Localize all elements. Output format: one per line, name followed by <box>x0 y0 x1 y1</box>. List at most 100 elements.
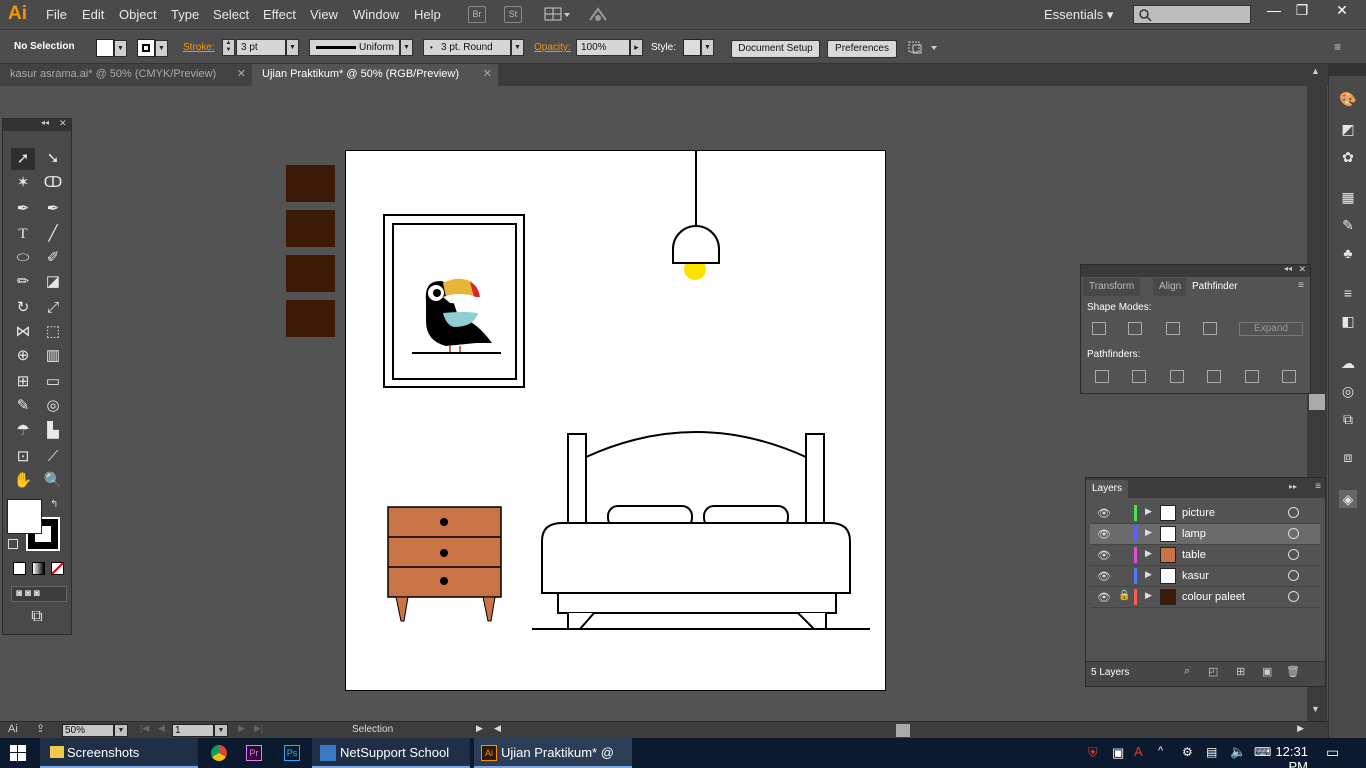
layer-name[interactable]: table <box>1182 549 1206 561</box>
layer-row-kasur[interactable]: 👁 ▶ kasur <box>1090 566 1320 587</box>
asset-export-icon[interactable]: ⧈ <box>1339 448 1357 466</box>
layer-name[interactable]: picture <box>1182 507 1215 519</box>
pen-tool-icon[interactable]: ✒ <box>11 198 35 220</box>
unite-icon[interactable] <box>1092 322 1106 335</box>
color-mode-icon[interactable] <box>13 562 26 575</box>
default-colors-icon[interactable] <box>8 539 18 549</box>
artboard-number-field[interactable]: 1 <box>172 724 214 737</box>
opacity-field[interactable]: 100% <box>576 39 630 56</box>
status-menu-arrow-icon[interactable]: ▶ <box>476 723 483 734</box>
tools-panel-header[interactable]: ◂◂ ✕ <box>3 118 71 131</box>
last-artboard-icon[interactable]: ▶| <box>254 723 263 734</box>
merge-icon[interactable] <box>1170 370 1184 383</box>
blend-tool-icon[interactable]: ◎ <box>41 395 65 417</box>
menu-effect[interactable]: Effect <box>263 7 296 22</box>
lock-icon[interactable]: 🔒 <box>1118 590 1130 601</box>
bridge-button[interactable]: Br <box>468 6 486 23</box>
brush-definition-field[interactable]: • 3 pt. Round <box>423 39 511 56</box>
eye-icon[interactable]: 👁 <box>1097 528 1111 541</box>
new-sublayer-icon[interactable]: ⊞ <box>1236 665 1245 678</box>
expand-arrow-icon[interactable]: ▶ <box>1145 590 1152 601</box>
stroke-weight-dropdown-icon[interactable]: ▼ <box>286 39 299 56</box>
taskbar-item-illustrator[interactable]: Ai Ujian Praktikum* @ 5... <box>474 738 632 768</box>
layer-name[interactable]: lamp <box>1182 528 1206 540</box>
target-icon[interactable] <box>1288 507 1299 518</box>
tab-kasur-asrama[interactable]: kasur asrama.ai* @ 50% (CMYK/Preview) ✕ <box>0 64 252 86</box>
divide-icon[interactable] <box>1095 370 1109 383</box>
tray-app-icon[interactable]: ▣ <box>1112 745 1124 761</box>
eye-icon[interactable]: 👁 <box>1097 591 1111 604</box>
graphic-style-swatch[interactable] <box>683 39 701 56</box>
horizontal-scrollbar[interactable]: ◀ ▶ <box>490 723 1312 738</box>
stock-button[interactable]: St <box>504 6 522 23</box>
taskbar-item-photoshop[interactable]: Ps <box>278 738 306 768</box>
share-icon[interactable]: ⇪ <box>36 722 45 735</box>
close-button[interactable]: ✕ <box>1322 0 1362 22</box>
shield-icon[interactable]: ⛨ <box>1088 745 1098 761</box>
outline-icon[interactable] <box>1245 370 1259 383</box>
gradient-mode-icon[interactable] <box>32 562 45 575</box>
swap-colors-icon[interactable]: ↰ <box>50 499 58 510</box>
symbols-icon[interactable]: ✿ <box>1339 148 1357 166</box>
volume-icon[interactable]: 🔈 <box>1230 744 1246 760</box>
gradient-tool-icon[interactable]: ▭ <box>41 371 65 393</box>
taskbar-item-premiere[interactable]: Pr <box>240 738 268 768</box>
none-mode-icon[interactable] <box>51 562 64 575</box>
locate-object-icon[interactable]: ⌕ <box>1184 665 1190 678</box>
artboard-dropdown-icon[interactable]: ▼ <box>214 724 228 737</box>
delete-layer-icon[interactable]: 🗑 <box>1286 665 1300 678</box>
width-tool-icon[interactable]: ⋈ <box>11 321 35 343</box>
chevron-up-icon[interactable]: ^ <box>1158 745 1163 757</box>
workspace-switcher[interactable]: Essentials ▾ <box>1044 7 1113 23</box>
opacity-slider-button[interactable]: ▸ <box>630 39 643 56</box>
palette-swatch[interactable] <box>286 255 335 292</box>
tab-layers[interactable]: Layers <box>1086 480 1129 498</box>
stroke-color-swatch[interactable] <box>137 39 155 57</box>
magic-wand-tool-icon[interactable]: ✶ <box>11 172 35 194</box>
ellipse-tool-icon[interactable]: ⬭ <box>11 247 35 269</box>
bluetooth-icon[interactable]: ⚙ <box>1182 745 1193 759</box>
first-artboard-icon[interactable]: |◀ <box>140 723 149 734</box>
crop-icon[interactable] <box>1207 370 1221 383</box>
stroke-profile-dropdown-icon[interactable]: ▼ <box>400 39 413 56</box>
expand-arrow-icon[interactable]: ▶ <box>1145 569 1152 580</box>
layer-row-lamp[interactable]: 👁 ▶ lamp <box>1090 524 1320 545</box>
eraser-tool-icon[interactable]: ◪ <box>41 271 65 293</box>
column-graph-tool-icon[interactable]: ▙ <box>41 420 65 442</box>
artboard[interactable] <box>345 150 886 691</box>
taskbar-item-chrome[interactable] <box>205 738 233 768</box>
zoom-dropdown-icon[interactable]: ▼ <box>114 724 128 737</box>
scale-tool-icon[interactable]: ⤢ <box>41 297 65 319</box>
dock-header[interactable] <box>1329 64 1366 76</box>
target-icon[interactable] <box>1288 591 1299 602</box>
menu-file[interactable]: File <box>46 7 67 22</box>
layer-row-table[interactable]: 👁 ▶ table <box>1090 545 1320 566</box>
tab-align[interactable]: Align <box>1153 278 1188 296</box>
intersect-icon[interactable] <box>1166 322 1180 335</box>
eye-icon[interactable]: 👁 <box>1097 507 1111 520</box>
stroke-icon[interactable]: ≡ <box>1339 284 1357 302</box>
appearance-icon[interactable]: ◎ <box>1339 382 1357 400</box>
transparency-icon[interactable]: ◧ <box>1339 312 1357 330</box>
paintbrush-tool-icon[interactable]: ✐ <box>41 247 65 269</box>
layer-row-picture[interactable]: 👁 ▶ picture <box>1090 503 1320 524</box>
gradient-icon[interactable]: ◩ <box>1339 120 1357 138</box>
layers-icon[interactable]: ◈ <box>1339 490 1357 508</box>
exclude-icon[interactable] <box>1203 322 1217 335</box>
layer-name[interactable]: colour paleet <box>1182 591 1245 603</box>
hand-tool-icon[interactable]: ✋ <box>11 470 35 492</box>
curvature-tool-icon[interactable]: ✒ <box>41 198 65 220</box>
line-segment-tool-icon[interactable]: ╱ <box>41 223 65 245</box>
expand-button[interactable]: Expand <box>1239 322 1303 336</box>
control-bar-menu-icon[interactable]: ≡ <box>1334 41 1350 53</box>
menu-edit[interactable]: Edit <box>82 7 104 22</box>
artboard-tool-icon[interactable]: ⊡ <box>11 446 35 468</box>
pathfinder-panel-header[interactable]: ◂◂ ✕ <box>1081 264 1310 277</box>
palette-swatch[interactable] <box>286 300 335 337</box>
gpu-performance-icon[interactable] <box>587 5 609 25</box>
brushes-icon[interactable]: ✎ <box>1339 216 1357 234</box>
drawing-modes-icon[interactable]: ◙ ◙ ◙ <box>11 586 67 602</box>
brush-dropdown-icon[interactable]: ▼ <box>511 39 524 56</box>
opacity-label[interactable]: Opacity: <box>534 42 571 53</box>
ai-status-icon[interactable]: Ai <box>8 723 18 735</box>
